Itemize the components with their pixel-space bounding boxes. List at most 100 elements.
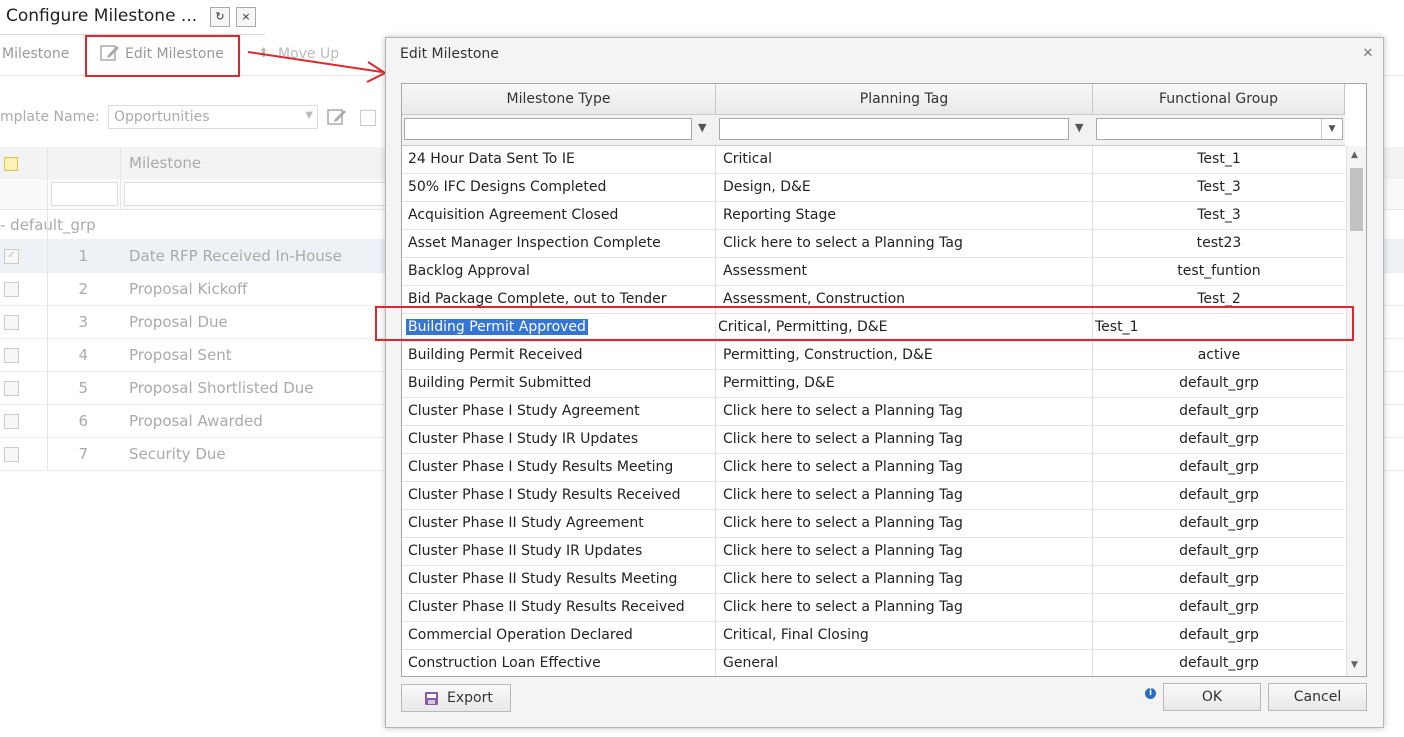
table-row[interactable]: Cluster Phase II Study Results Meeting Cl… [402,566,1345,594]
table-row[interactable]: Cluster Phase I Study Results Meeting Cli… [402,454,1345,482]
table-row[interactable]: Construction Loan Effective General defaul… [402,650,1345,676]
cell-milestone-type[interactable]: Building Permit Received [402,342,716,370]
cell-planning-tag[interactable]: Click here to select a Planning Tag [716,454,1093,482]
table-row[interactable]: Backlog Approval Assessment test_funtion [402,258,1345,286]
cell-functional-group[interactable]: default_grp [1093,510,1345,538]
row-checkbox[interactable] [4,447,19,462]
cell-planning-tag[interactable]: Assessment [716,258,1093,286]
cell-functional-group[interactable]: default_grp [1093,454,1345,482]
info-icon[interactable]: i [1145,688,1156,699]
cell-planning-tag[interactable]: Click here to select a Planning Tag [716,538,1093,566]
cell-functional-group[interactable]: default_grp [1093,650,1345,676]
row-checkbox[interactable] [4,282,19,297]
cell-planning-tag[interactable]: Critical [716,146,1093,174]
cell-milestone-type[interactable]: Acquisition Agreement Closed [402,202,716,230]
template-name-select[interactable]: Opportunities ▼ [108,105,318,129]
table-row[interactable]: Cluster Phase II Study Agreement Click he… [402,510,1345,538]
cell-functional-group[interactable]: default_grp [1093,622,1345,650]
cell-milestone-type[interactable]: Asset Manager Inspection Complete [402,230,716,258]
cell-milestone-type[interactable]: 24 Hour Data Sent To IE [402,146,716,174]
cell-milestone-type[interactable]: Cluster Phase I Study Results Meeting [402,454,716,482]
table-row[interactable]: Cluster Phase I Study IR Updates Click he… [402,426,1345,454]
export-button[interactable]: Export [401,684,511,712]
table-row[interactable]: Building Permit Received Permitting, Cons… [402,342,1345,370]
cell-functional-group[interactable]: Test_1 [1093,146,1345,174]
cell-planning-tag[interactable]: Permitting, Construction, D&E [716,342,1093,370]
filter-num-input[interactable] [51,182,118,206]
column-header-functional-group[interactable]: Functional Group [1093,84,1345,114]
refresh-icon[interactable]: ↻ [210,7,230,27]
filter-milestone-input[interactable] [124,182,396,206]
cell-milestone-type[interactable]: 50% IFC Designs Completed [402,174,716,202]
tab-configure-milestone[interactable]: Configure Milestone ... ↻ × [0,0,265,35]
column-header-milestone-type[interactable]: Milestone Type [402,84,716,114]
cell-functional-group[interactable]: test23 [1093,230,1345,258]
cell-milestone-type[interactable]: Commercial Operation Declared [402,622,716,650]
cell-planning-tag[interactable]: Click here to select a Planning Tag [716,426,1093,454]
table-row[interactable]: Commercial Operation Declared Critical, F… [402,622,1345,650]
table-row[interactable]: Cluster Phase II Study IR Updates Click h… [402,538,1345,566]
cell-functional-group[interactable]: default_grp [1093,370,1345,398]
cell-milestone-type[interactable]: Cluster Phase II Study IR Updates [402,538,716,566]
cell-functional-group[interactable]: Test_3 [1093,202,1345,230]
cell-planning-tag[interactable]: Reporting Stage [716,202,1093,230]
edit-template-icon[interactable] [327,108,347,126]
row-checkbox[interactable] [4,414,19,429]
cell-planning-tag[interactable]: Critical, Final Closing [716,622,1093,650]
column-header-planning-tag[interactable]: Planning Tag [716,84,1093,114]
row-checkbox[interactable] [4,381,19,396]
filter-icon[interactable]: ▼ [698,121,706,134]
close-icon[interactable]: ✕ [1361,47,1375,61]
cell-milestone-type[interactable]: Cluster Phase II Study Results Received [402,594,716,622]
cell-milestone-type[interactable]: Backlog Approval [402,258,716,286]
table-row[interactable]: Asset Manager Inspection Complete Click h… [402,230,1345,258]
cell-planning-tag[interactable]: Permitting, D&E [716,370,1093,398]
table-row[interactable]: 24 Hour Data Sent To IE Critical Test_1 [402,146,1345,174]
filter-functional-group-select[interactable]: ▼ [1096,118,1343,140]
table-row[interactable]: Cluster Phase II Study Results Received C… [402,594,1345,622]
ok-button[interactable]: OK [1163,683,1261,711]
scrollbar-thumb[interactable] [1350,168,1363,231]
cell-functional-group[interactable]: Test_3 [1093,174,1345,202]
table-row[interactable]: Building Permit Submitted Permitting, D&E… [402,370,1345,398]
cell-milestone-type[interactable]: Cluster Phase I Study Agreement [402,398,716,426]
cell-functional-group[interactable]: default_grp [1093,426,1345,454]
select-all-checkbox[interactable] [4,157,18,171]
cell-milestone-type[interactable]: Building Permit Submitted [402,370,716,398]
cell-milestone-type[interactable]: Cluster Phase II Study Agreement [402,510,716,538]
cell-milestone-type[interactable]: Cluster Phase II Study Results Meeting [402,566,716,594]
cell-planning-tag[interactable]: Click here to select a Planning Tag [716,510,1093,538]
cell-planning-tag[interactable]: General [716,650,1093,676]
scroll-up-icon[interactable]: ▲ [1351,150,1358,160]
filter-icon[interactable]: ▼ [1075,121,1083,134]
cell-functional-group[interactable]: default_grp [1093,482,1345,510]
table-row[interactable]: Cluster Phase I Study Results Received Cl… [402,482,1345,510]
cell-planning-tag[interactable]: Click here to select a Planning Tag [716,398,1093,426]
filter-milestone-type-input[interactable] [404,118,692,140]
row-checkbox[interactable] [4,348,19,363]
cell-milestone-type[interactable]: Construction Loan Effective [402,650,716,676]
close-tab-icon[interactable]: × [236,7,256,27]
cell-milestone-type[interactable]: Cluster Phase I Study IR Updates [402,426,716,454]
cell-functional-group[interactable]: test_funtion [1093,258,1345,286]
cell-planning-tag[interactable]: Click here to select a Planning Tag [716,482,1093,510]
cell-planning-tag[interactable]: Click here to select a Planning Tag [716,566,1093,594]
vertical-scrollbar[interactable]: ▲ ▼ [1346,146,1366,676]
cell-planning-tag[interactable]: Click here to select a Planning Tag [716,594,1093,622]
cancel-button[interactable]: Cancel [1268,683,1367,711]
template-checkbox-icon[interactable] [360,110,376,126]
milestone-button[interactable]: Milestone [2,46,69,62]
row-checkbox[interactable] [4,315,19,330]
filter-planning-tag-input[interactable] [719,118,1069,140]
cell-functional-group[interactable]: default_grp [1093,538,1345,566]
table-row[interactable]: 50% IFC Designs Completed Design, D&E Test… [402,174,1345,202]
table-row[interactable]: Cluster Phase I Study Agreement Click her… [402,398,1345,426]
cell-functional-group[interactable]: active [1093,342,1345,370]
cell-milestone-type[interactable]: Cluster Phase I Study Results Received [402,482,716,510]
cell-functional-group[interactable]: default_grp [1093,566,1345,594]
cell-planning-tag[interactable]: Click here to select a Planning Tag [716,230,1093,258]
row-checkbox[interactable]: ✓ [4,249,19,264]
table-row[interactable]: Acquisition Agreement Closed Reporting St… [402,202,1345,230]
chevron-down-icon[interactable]: ▼ [1321,119,1342,139]
cell-planning-tag[interactable]: Design, D&E [716,174,1093,202]
